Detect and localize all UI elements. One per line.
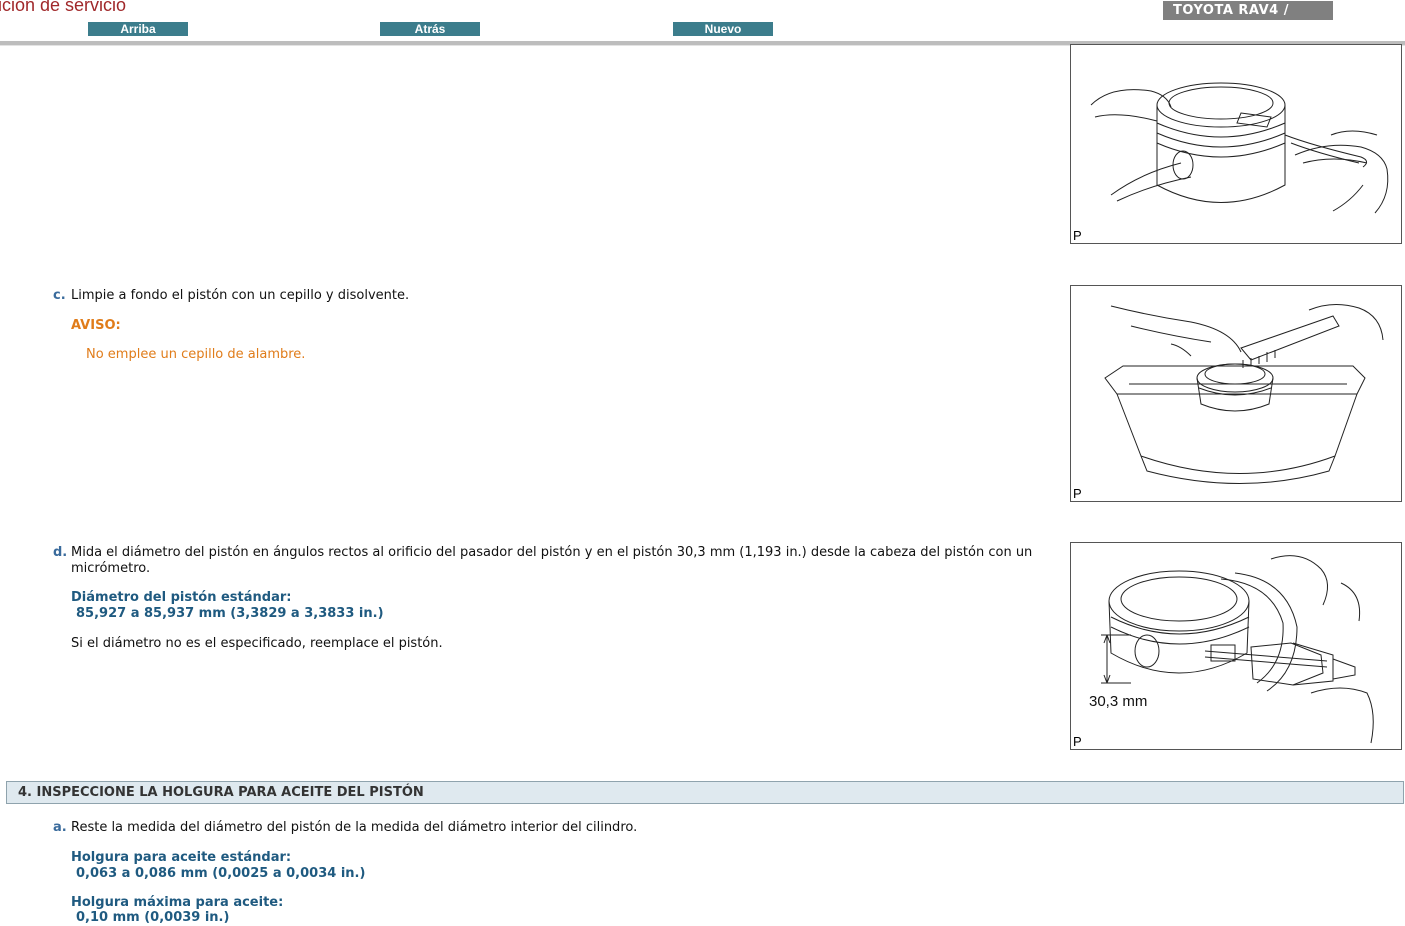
- step-letter-d: d.: [53, 545, 68, 560]
- spec-title: Diámetro del pistón estándar:: [71, 590, 292, 605]
- figure-label: P: [1073, 486, 1082, 501]
- step-letter-c: c.: [53, 288, 66, 303]
- up-button[interactable]: Arriba: [88, 22, 188, 36]
- spec-title: Holgura máxima para aceite:: [71, 895, 284, 910]
- step-letter-a: a.: [53, 820, 67, 835]
- back-button[interactable]: Atrás: [380, 22, 480, 36]
- figure-piston-ring-groove: P: [1070, 44, 1402, 244]
- spec-value: 85,927 a 85,937 mm (3,3829 a 3,3833 in.): [76, 606, 384, 621]
- page-title: ición de servicio: [0, 0, 127, 15]
- step-a-text: Reste la medida del diámetro del pistón …: [71, 820, 638, 835]
- figure-label: P: [1073, 228, 1082, 243]
- step-c-text: Limpie a fondo el pistón con un cepillo …: [71, 288, 410, 303]
- new-button[interactable]: Nuevo: [673, 22, 773, 36]
- spec-title: Holgura para aceite estándar:: [71, 850, 292, 865]
- figure-piston-micrometer: 30,3 mm P: [1070, 542, 1402, 750]
- piston-brush-illustration: [1071, 286, 1401, 501]
- spec-value: 0,10 mm (0,0039 in.): [76, 910, 230, 925]
- piston-ring-groove-illustration: [1071, 45, 1401, 243]
- brand-label: TOYOTA RAV4 /: [1163, 1, 1333, 20]
- figure-label: P: [1073, 734, 1082, 749]
- piston-micrometer-illustration: 30,3 mm: [1089, 543, 1401, 749]
- notice-text: No emplee un cepillo de alambre.: [86, 347, 306, 362]
- step-d-note: Si el diámetro no es el especificado, re…: [71, 636, 443, 651]
- spec-value: 0,063 a 0,086 mm (0,0025 a 0,0034 in.): [76, 866, 366, 881]
- notice-title: AVISO:: [71, 318, 121, 333]
- dimension-label: 30,3 mm: [1089, 693, 1147, 710]
- section-header: 4. INSPECCIONE LA HOLGURA PARA ACEITE DE…: [6, 781, 1404, 804]
- step-d-text: Mida el diámetro del pistón en ángulos r…: [71, 545, 1033, 576]
- figure-piston-brush-cleaning: P: [1070, 285, 1402, 502]
